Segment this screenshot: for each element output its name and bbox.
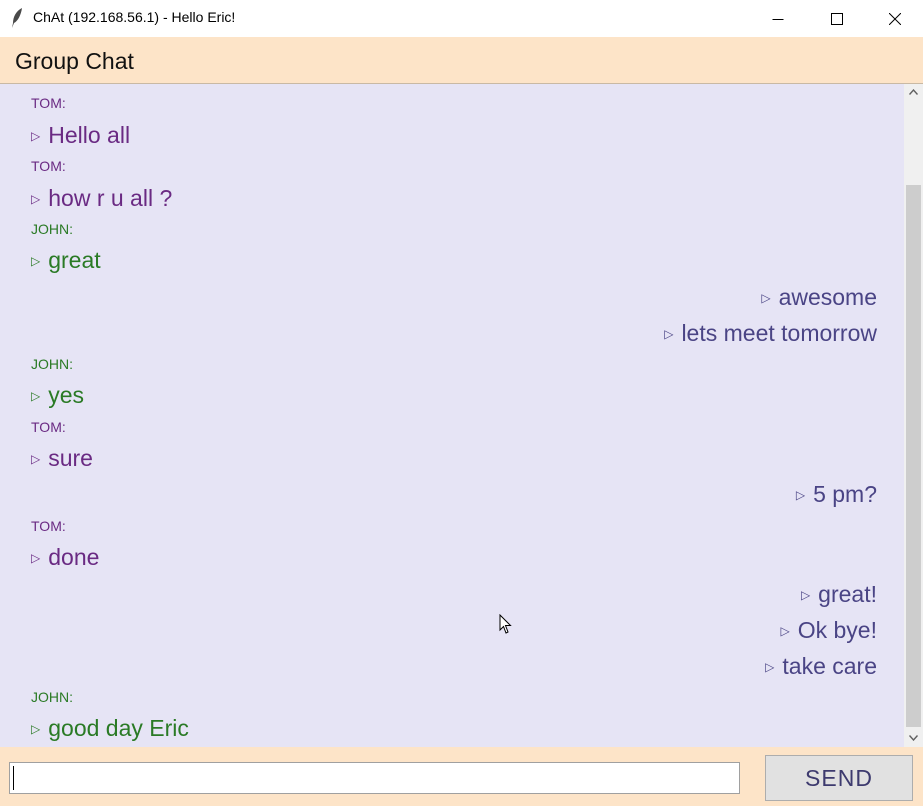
message-text: awesome: [778, 284, 877, 310]
chat-scrollbar[interactable]: [904, 84, 923, 747]
message-text: 5 pm?: [813, 481, 877, 507]
chevron-up-icon: [909, 89, 918, 95]
chat-message-own: ▷ awesome: [761, 284, 877, 311]
message-input[interactable]: [9, 762, 740, 794]
message-text: Hello all: [48, 122, 131, 148]
page-title: Group Chat: [15, 48, 134, 74]
chat-message-own: ▷ take care: [765, 653, 877, 680]
chat-log[interactable]: TOM: ▷ Hello all TOM: ▷ how r u all ? JOHN…: [0, 84, 904, 747]
chat-message: ▷ yes: [31, 382, 84, 409]
scroll-up-button[interactable]: [904, 84, 923, 101]
chat-message: ▷ how r u all ?: [31, 185, 172, 212]
chat-message: ▷ great: [31, 247, 101, 274]
message-sender: TOM:: [31, 518, 66, 534]
window-title: ChAt (192.168.56.1) - Hello Eric!: [33, 9, 236, 25]
chat-message-own: ▷ Ok bye!: [781, 617, 878, 644]
chat-message-own: ▷ great!: [801, 581, 877, 608]
message-text: take care: [782, 653, 877, 679]
minimize-icon: [772, 18, 784, 20]
message-sender: JOHN:: [31, 689, 73, 705]
message-sender: TOM:: [31, 158, 66, 174]
chevron-down-icon: [909, 735, 918, 741]
message-text: sure: [48, 445, 93, 471]
compose-bar: SEND: [0, 747, 923, 806]
bullet-icon: ▷: [31, 192, 41, 206]
chat-message: ▷ Hello all: [31, 122, 130, 149]
send-button[interactable]: SEND: [765, 755, 913, 801]
maximize-icon: [831, 12, 843, 25]
close-button[interactable]: [866, 0, 923, 37]
bullet-icon: ▷: [31, 254, 41, 268]
message-text: yes: [48, 382, 85, 408]
message-sender: TOM:: [31, 95, 66, 111]
chat-message: ▷ sure: [31, 445, 93, 472]
scroll-down-button[interactable]: [904, 730, 923, 747]
bullet-icon: ▷: [780, 624, 790, 638]
message-text: good day Eric: [48, 715, 189, 741]
message-sender: TOM:: [31, 419, 66, 435]
scroll-thumb[interactable]: [906, 185, 921, 727]
title-bar: ChAt (192.168.56.1) - Hello Eric!: [0, 0, 923, 37]
bullet-icon: ▷: [31, 452, 41, 466]
feather-icon: [12, 8, 22, 28]
message-text: how r u all ?: [48, 185, 173, 211]
message-text: done: [48, 544, 100, 570]
bullet-icon: ▷: [761, 291, 771, 305]
bullet-icon: ▷: [765, 660, 775, 674]
bullet-icon: ▷: [31, 129, 41, 143]
bullet-icon: ▷: [31, 389, 41, 403]
message-sender: JOHN:: [31, 221, 73, 237]
message-text: Ok bye!: [797, 617, 877, 643]
mouse-cursor-icon: [499, 614, 512, 634]
bullet-icon: ▷: [31, 551, 41, 565]
minimize-button[interactable]: [749, 0, 807, 37]
bullet-icon: ▷: [795, 488, 806, 502]
chat-header: Group Chat: [0, 37, 923, 84]
message-text: great: [48, 247, 101, 273]
message-text: great!: [818, 581, 877, 607]
chat-message: ▷ done: [31, 544, 99, 571]
message-sender: JOHN:: [31, 356, 73, 372]
bullet-icon: ▷: [800, 588, 811, 602]
chat-message-own: ▷ lets meet tomorrow: [664, 320, 877, 347]
bullet-icon: ▷: [664, 327, 674, 341]
maximize-button[interactable]: [808, 0, 866, 37]
text-caret: [13, 766, 14, 790]
close-icon: [889, 12, 901, 25]
bullet-icon: ▷: [31, 722, 41, 736]
chat-message: ▷ good day Eric: [31, 715, 189, 742]
chat-message-own: ▷ 5 pm?: [796, 481, 877, 508]
message-text: lets meet tomorrow: [681, 320, 877, 346]
